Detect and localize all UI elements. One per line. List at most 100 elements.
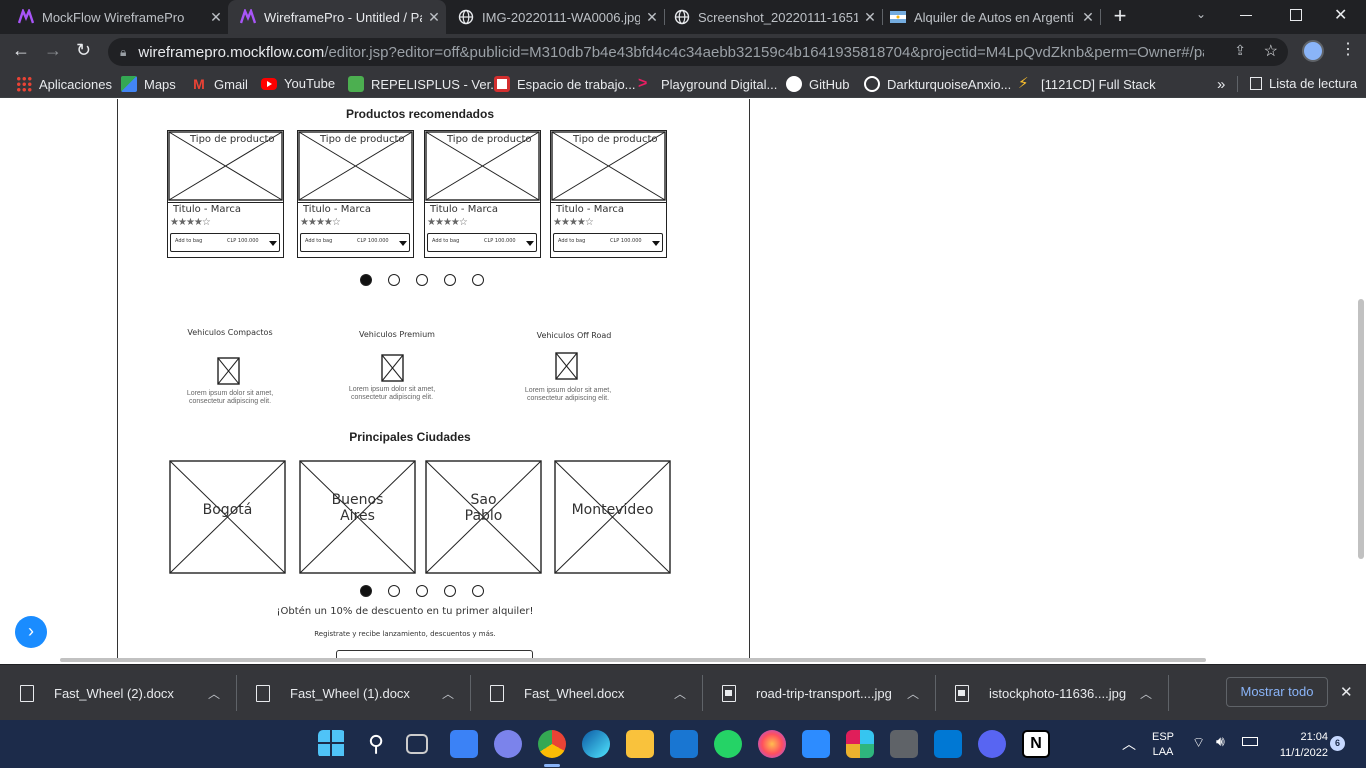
bookmark-fullstack[interactable]: ⚡︎ [1121CD] Full Stack: [1018, 76, 1156, 92]
reading-list-button[interactable]: Lista de lectura: [1250, 76, 1357, 91]
wifi-icon[interactable]: ⌔: [1192, 734, 1205, 752]
bookmarks-bar: Aplicaciones Maps M Gmail YouTube REPELI…: [0, 70, 1366, 98]
notification-badge[interactable]: 6: [1330, 736, 1345, 751]
bookmark-playground[interactable]: > Playground Digital...: [638, 76, 777, 92]
tab-image[interactable]: IMG-20220111-WA0006.jpg ( ✕: [446, 0, 664, 34]
tab-wireframepro[interactable]: WireframePro - Untitled / Pa ✕: [228, 0, 446, 34]
expand-panel-button[interactable]: ›: [15, 616, 47, 648]
download-divider: [702, 675, 703, 711]
minimize-button[interactable]: [1240, 8, 1254, 22]
chevron-up-icon[interactable]: ︿: [1140, 685, 1152, 702]
download-item[interactable]: road-trip-transport....jpg ︿: [702, 665, 935, 721]
download-item[interactable]: Fast_Wheel (2).docx ︿: [0, 665, 236, 721]
calculator-icon[interactable]: [890, 730, 918, 758]
close-icon[interactable]: ✕: [858, 9, 882, 26]
download-item[interactable]: Fast_Wheel.docx ︿: [470, 665, 702, 721]
document-file-icon: [490, 684, 504, 702]
bookmark-star-icon[interactable]: ☆: [1264, 41, 1278, 61]
download-filename: road-trip-transport....jpg: [756, 685, 892, 701]
bookmark-maps[interactable]: Maps: [121, 76, 176, 92]
vscode-icon[interactable]: [934, 730, 962, 758]
profile-avatar[interactable]: [1302, 40, 1324, 62]
clock[interactable]: 21:04 11/1/2022: [1266, 729, 1328, 761]
start-icon[interactable]: [318, 730, 346, 758]
search-icon[interactable]: ⚲: [362, 730, 390, 758]
active-app-indicator: [544, 764, 560, 767]
close-window-button[interactable]: ✕: [1334, 5, 1347, 25]
discord-icon[interactable]: [978, 730, 1006, 758]
tab-label: WireframePro - Untitled / Pa: [264, 9, 422, 25]
bookmark-youtube[interactable]: YouTube: [261, 76, 335, 91]
file-explorer-icon[interactable]: [626, 730, 654, 758]
bookmark-repelisplus[interactable]: REPELISPLUS - Ver...: [348, 76, 501, 92]
bookmark-label: YouTube: [284, 76, 336, 91]
reload-button[interactable]: ↻: [76, 40, 96, 60]
address-bar[interactable]: 🔒︎ wireframepro.mockflow.com/editor.jsp?…: [108, 38, 1288, 66]
forward-button[interactable]: →: [44, 40, 64, 60]
chevron-up-icon[interactable]: ︿: [442, 685, 454, 702]
bookmark-label: [1121CD] Full Stack: [1041, 76, 1156, 92]
mail-icon[interactable]: [670, 730, 698, 758]
download-filename: Fast_Wheel (1).docx: [290, 685, 410, 701]
bookmark-label: DarkturquoiseAnxio...: [887, 76, 1012, 92]
close-icon[interactable]: ✕: [204, 9, 228, 26]
firefox-icon[interactable]: [758, 730, 786, 758]
lang-primary: ESP: [1151, 731, 1174, 743]
zoom-icon[interactable]: [802, 730, 830, 758]
edge-icon[interactable]: [582, 730, 610, 758]
bookmark-github[interactable]: GitHub: [786, 76, 849, 92]
back-button[interactable]: ←: [12, 40, 32, 60]
tab-mockflow[interactable]: MockFlow WireframePro ✕: [0, 0, 228, 34]
tray-chevron-icon[interactable]: ︿: [1122, 734, 1136, 754]
share-icon[interactable]: ⇪: [1234, 42, 1246, 59]
pagination-dot[interactable]: [444, 585, 456, 597]
tab-search-icon[interactable]: ⌄: [1196, 7, 1206, 21]
show-all-button[interactable]: Mostrar todo: [1226, 677, 1328, 707]
download-item[interactable]: Fast_Wheel (1).docx ︿: [236, 665, 470, 721]
chrome-icon[interactable]: [538, 730, 566, 758]
more-bookmarks-icon[interactable]: »: [1217, 76, 1225, 93]
mockflow-icon: [240, 9, 256, 24]
close-icon[interactable]: ✕: [422, 9, 446, 26]
replit-icon: [864, 76, 880, 92]
teams-chat-icon[interactable]: [494, 730, 522, 758]
tab-label: IMG-20220111-WA0006.jpg (: [482, 9, 640, 25]
document-file-icon: [256, 684, 270, 702]
task-view-icon[interactable]: [406, 734, 428, 754]
chevron-up-icon[interactable]: ︿: [674, 685, 686, 702]
whatsapp-icon[interactable]: [714, 730, 742, 758]
download-item[interactable]: istockphoto-11636....jpg ︿: [935, 665, 1168, 721]
chevron-up-icon[interactable]: ︿: [907, 685, 919, 702]
horizontal-scrollbar[interactable]: [60, 658, 1206, 662]
bookmark-espacio-trabajo[interactable]: Espacio de trabajo...: [494, 76, 636, 92]
slack-icon[interactable]: [846, 730, 874, 758]
download-divider: [236, 675, 237, 711]
pagination-dot-active[interactable]: [360, 585, 372, 597]
mockflow-icon: [18, 9, 34, 24]
language-indicator[interactable]: ESP LAA: [1150, 730, 1176, 760]
bookmark-darkturquoise[interactable]: DarkturquoiseAnxio...: [864, 76, 1011, 92]
volume-icon[interactable]: 🔊︎: [1216, 733, 1225, 750]
tab-screenshot[interactable]: Screenshot_20220111-16510 ✕: [664, 0, 882, 34]
restore-button[interactable]: [1290, 9, 1302, 21]
tab-alquiler[interactable]: Alquiler de Autos en Argenti ✕: [882, 0, 1100, 34]
menu-kebab-icon[interactable]: ⋮: [1340, 40, 1356, 60]
bookmark-aplicaciones[interactable]: Aplicaciones: [16, 76, 112, 92]
youtube-icon: [261, 77, 277, 90]
new-tab-button[interactable]: +: [1108, 4, 1132, 28]
notion-icon[interactable]: N: [1022, 730, 1050, 758]
tab-divider: [664, 9, 665, 25]
globe-icon: [674, 9, 690, 25]
pagination-dot[interactable]: [472, 585, 484, 597]
pagination-dot[interactable]: [416, 585, 428, 597]
downloads-bar: Fast_Wheel (2).docx ︿ Fast_Wheel (1).docx ︿…: [0, 664, 1366, 720]
vertical-scrollbar[interactable]: [1358, 299, 1364, 559]
close-icon[interactable]: ✕: [1076, 9, 1100, 26]
close-downloads-icon[interactable]: ✕: [1340, 683, 1353, 701]
close-icon[interactable]: ✕: [640, 9, 664, 26]
bookmark-gmail[interactable]: M Gmail: [191, 76, 248, 92]
battery-icon[interactable]: [1242, 737, 1258, 746]
pagination-dot[interactable]: [388, 585, 400, 597]
widgets-icon[interactable]: [450, 730, 478, 758]
chevron-up-icon[interactable]: ︿: [208, 685, 220, 702]
